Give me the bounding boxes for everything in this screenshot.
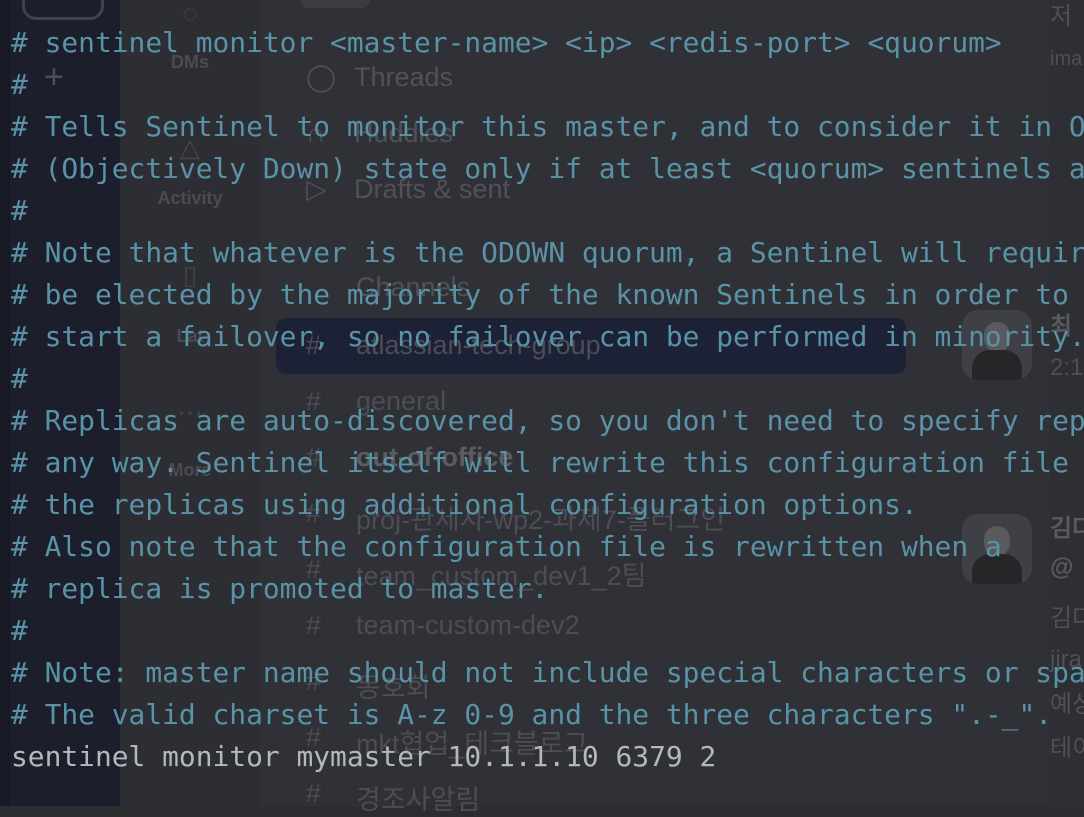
comment-line: # The valid charset is A-z 0-9 and the t… <box>11 698 1053 731</box>
comment-line: # Also note that the configuration file … <box>11 530 1002 563</box>
terminal-text-area[interactable]: # sentinel monitor <master-name> <ip> <r… <box>0 22 1084 778</box>
workspace-button[interactable] <box>22 0 104 20</box>
comment-line: # Replicas are auto-discovered, so you d… <box>11 404 1084 437</box>
comment-line: # <box>11 614 28 647</box>
comment-line: # any way. Sentinel itself will rewrite … <box>11 446 1084 479</box>
channel-item[interactable]: 경조사알림 <box>356 778 480 817</box>
comment-line: # Note: master name should not include s… <box>11 656 1084 689</box>
comment-line: # be elected by the majority of the know… <box>11 278 1069 311</box>
hash-icon: # <box>306 778 322 808</box>
comment-line: # the replicas using additional configur… <box>11 488 918 521</box>
comment-line: # <box>11 194 28 227</box>
comment-line: # <box>11 68 28 101</box>
comment-line: # start a failover, so no failover can b… <box>11 320 1084 353</box>
comment-line: # (Objectively Down) state only if at le… <box>11 152 1084 185</box>
comment-line: # Tells Sentinel to monitor this master,… <box>11 110 1084 143</box>
comment-line: # sentinel monitor <master-name> <ip> <r… <box>11 26 1002 59</box>
comment-line: # <box>11 362 28 395</box>
sentinel-monitor-command: sentinel monitor mymaster 10.1.1.10 6379… <box>11 740 717 773</box>
comment-line: # replica is promoted to master. <box>11 572 549 605</box>
comment-line: # Note that whatever is the ODOWN quorum… <box>11 236 1084 269</box>
